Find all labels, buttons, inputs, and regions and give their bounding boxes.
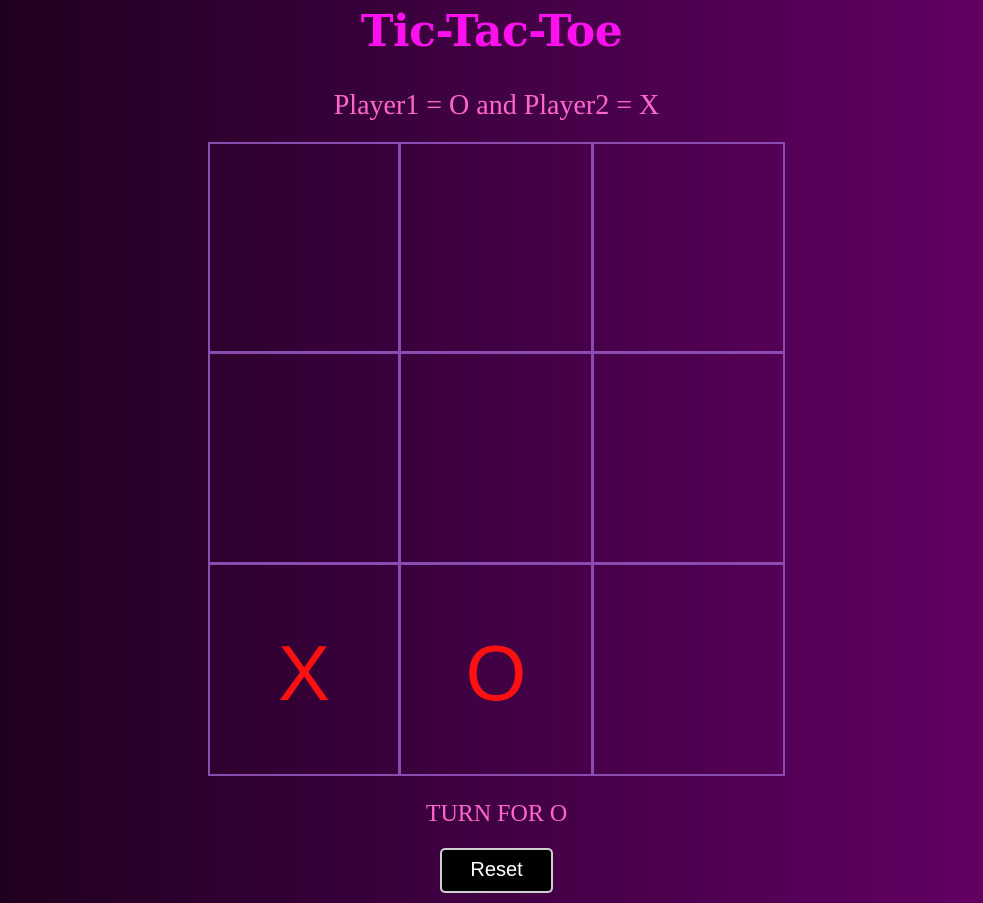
board-cell-1[interactable]	[208, 142, 400, 353]
board-cell-7[interactable]: X	[208, 563, 400, 776]
board-cell-5[interactable]	[399, 352, 593, 564]
game-title: Tic-Tac-Toe	[360, 6, 623, 57]
board-cell-4[interactable]	[208, 352, 400, 564]
turn-status: TURN FOR O	[425, 801, 568, 827]
board-cell-8[interactable]: O	[399, 563, 593, 776]
cell-mark: O	[465, 629, 527, 717]
board-cell-6[interactable]	[592, 352, 785, 564]
board-cell-9[interactable]	[592, 563, 785, 776]
board-cell-2[interactable]	[399, 142, 593, 353]
game-board: X O	[208, 142, 785, 776]
board-cell-3[interactable]	[592, 142, 785, 353]
players-legend: Player1 = O and Player2 = X	[333, 90, 660, 121]
reset-button[interactable]: Reset	[440, 848, 553, 893]
cell-mark: X	[277, 629, 331, 717]
